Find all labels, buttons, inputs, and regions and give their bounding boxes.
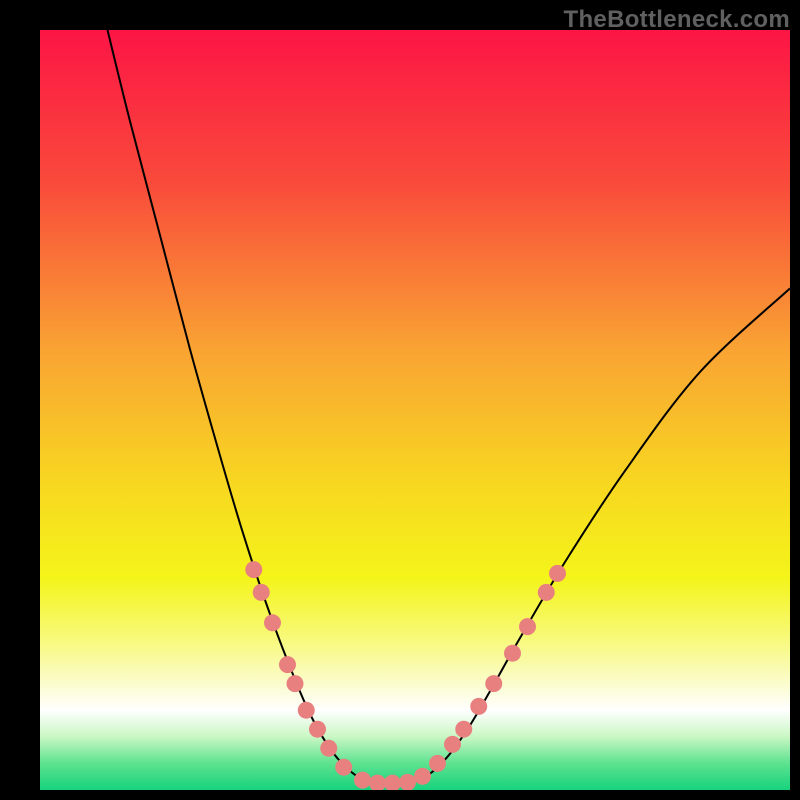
chart-frame: TheBottleneck.com — [0, 0, 800, 800]
data-dot — [298, 702, 315, 719]
data-dot — [504, 645, 521, 662]
gradient-rect — [40, 30, 790, 790]
data-dot — [279, 656, 296, 673]
data-dot — [538, 584, 555, 601]
data-dot — [519, 618, 536, 635]
watermark-text: TheBottleneck.com — [564, 6, 790, 34]
data-dot — [444, 736, 461, 753]
plot-area — [40, 30, 790, 790]
data-dot — [470, 698, 487, 715]
data-dot — [245, 561, 262, 578]
data-dot — [354, 772, 371, 789]
data-dot — [309, 721, 326, 738]
data-dot — [335, 759, 352, 776]
data-dot — [287, 675, 304, 692]
data-dot — [253, 584, 270, 601]
data-dot — [549, 565, 566, 582]
data-dot — [455, 721, 472, 738]
data-dot — [264, 614, 281, 631]
data-dot — [414, 768, 431, 785]
data-dot — [320, 740, 337, 757]
data-dot — [429, 755, 446, 772]
data-dot — [485, 675, 502, 692]
chart-svg — [40, 30, 790, 790]
